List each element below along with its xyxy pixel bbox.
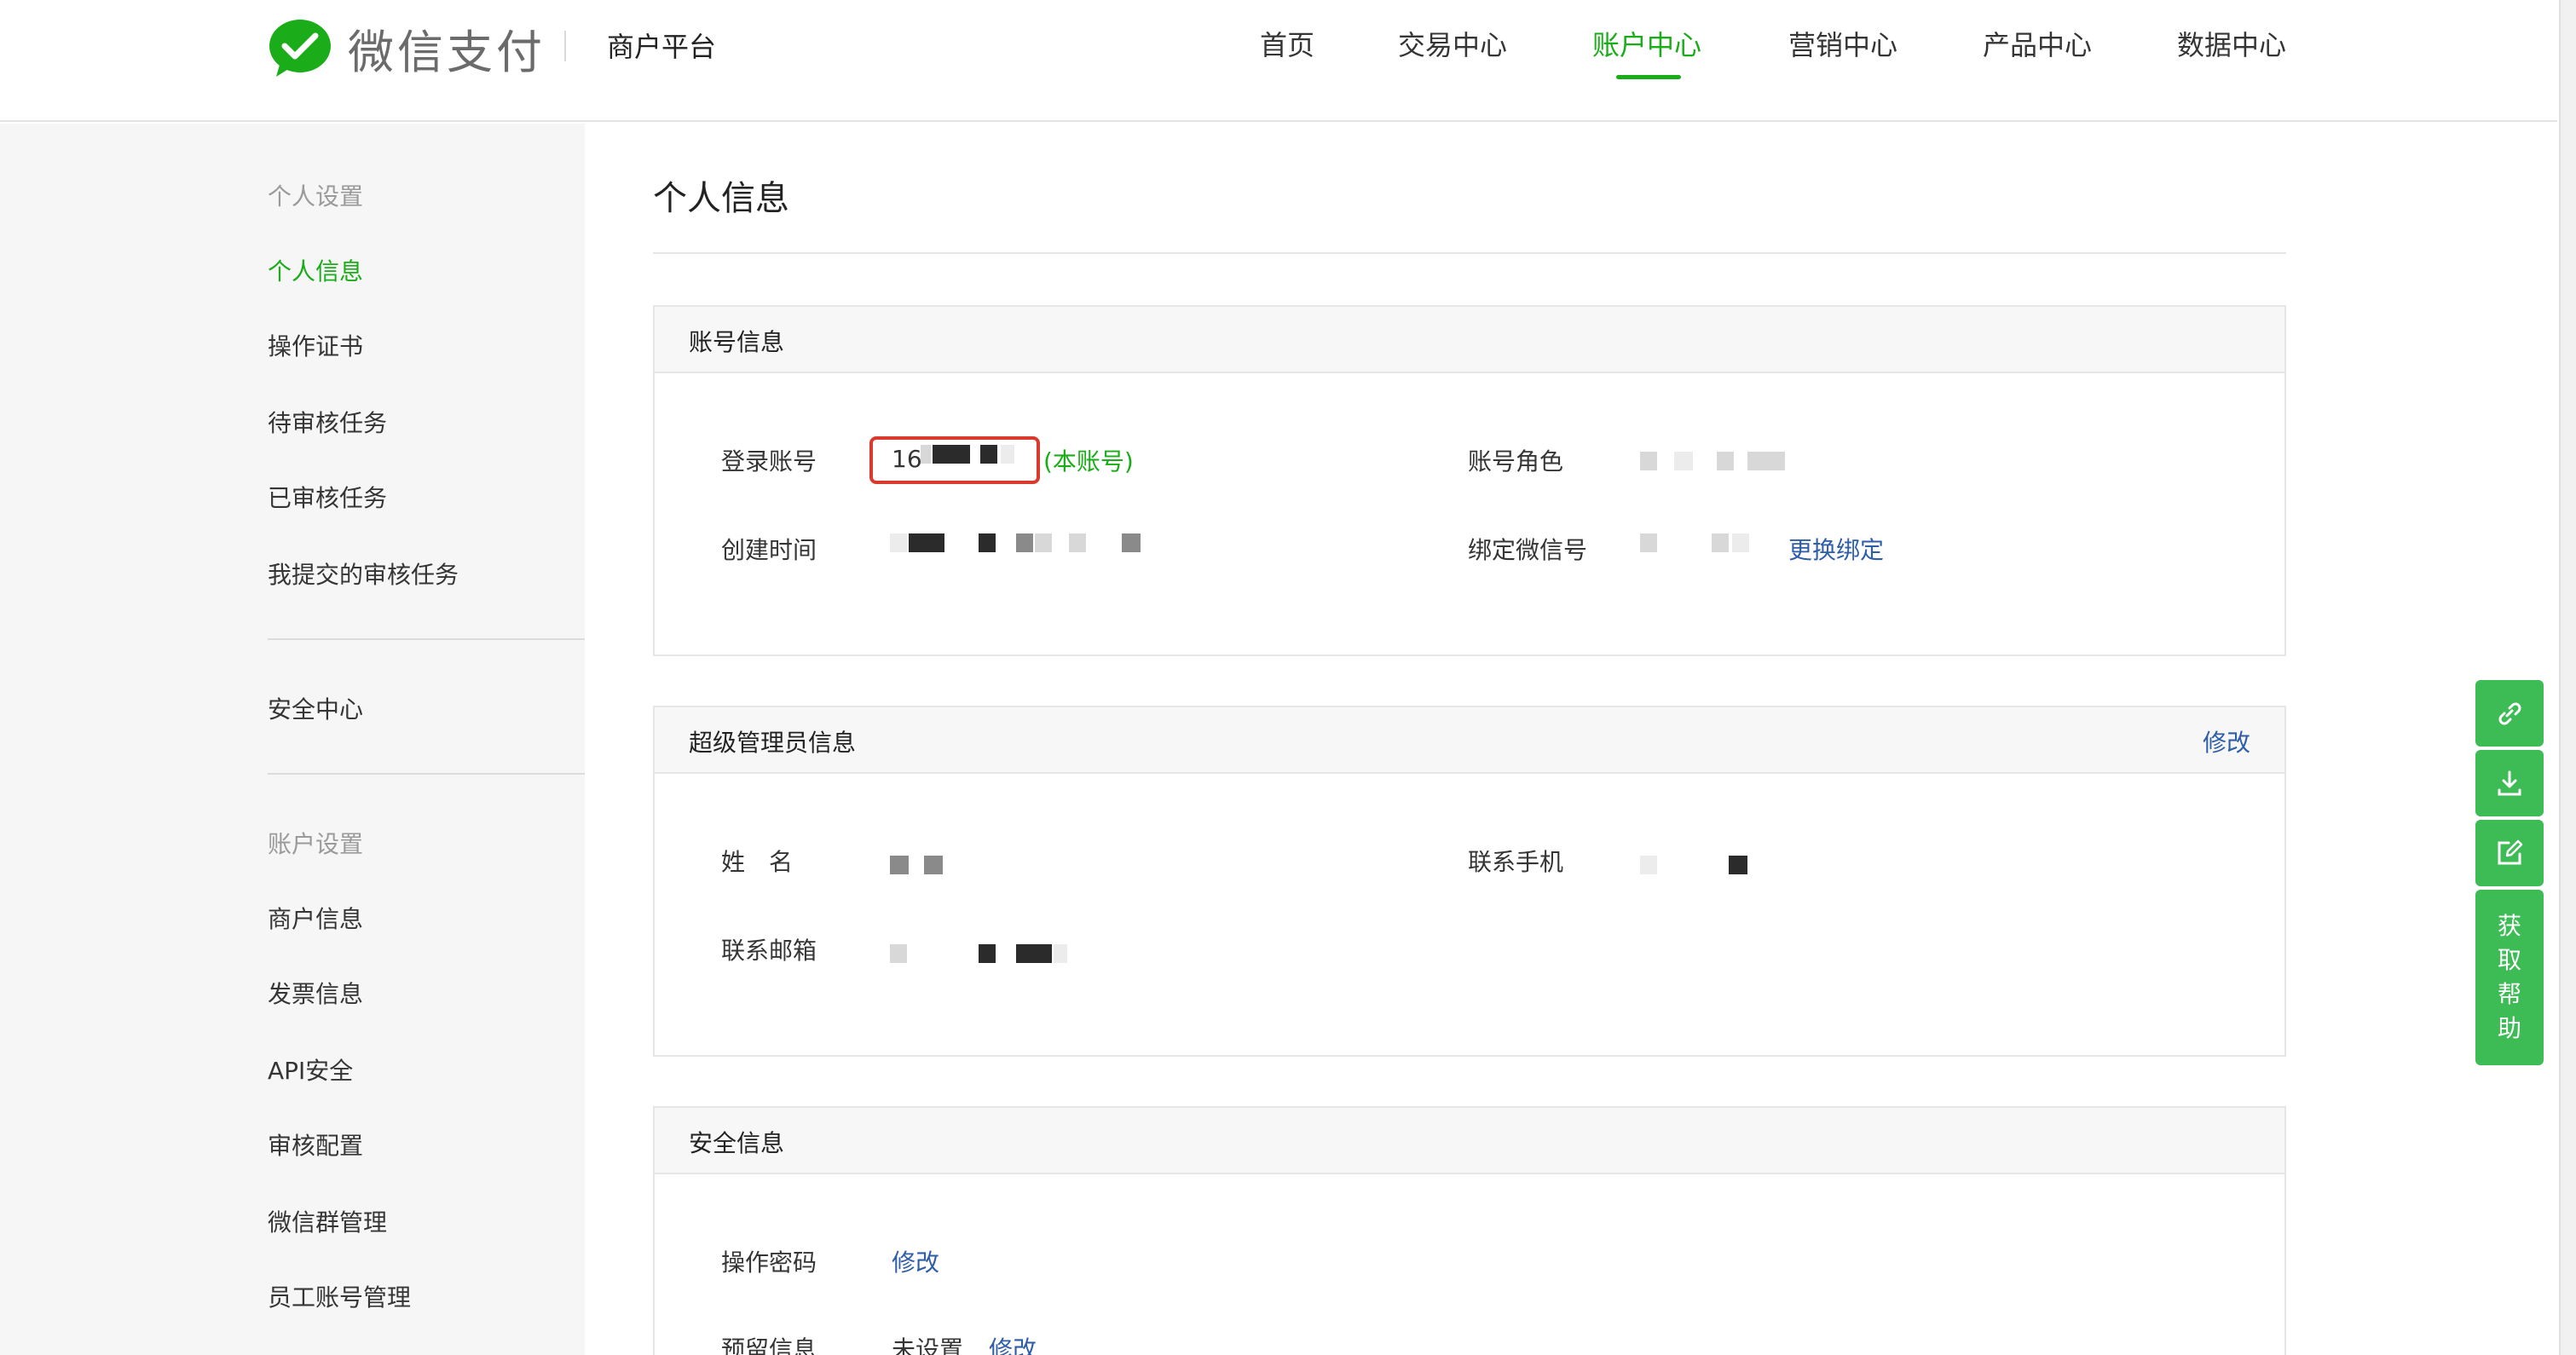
login-account-label: 登录账号 [721, 447, 817, 476]
sidebar-item-merchant-info[interactable]: 商户信息 [268, 901, 363, 935]
name-label: 姓 名 [721, 848, 794, 876]
sidebar-group-account: 账户设置 [268, 830, 364, 858]
sidebar-item-reviewed[interactable]: 已审核任务 [268, 480, 387, 514]
card-header: 账号信息 [655, 307, 2284, 373]
super-admin-card: 超级管理员信息 修改 [653, 706, 2286, 1057]
masked-name [890, 856, 950, 874]
link-icon [2498, 702, 2521, 725]
title-divider [653, 252, 2286, 254]
nav-account-center[interactable]: 账户中心 [1592, 24, 1701, 63]
top-header: 微信支付 商户平台 首页 交易中心 账户中心 营销中心 产品中心 数据中心 [0, 0, 2557, 122]
nav-product-center[interactable]: 产品中心 [1983, 24, 2092, 63]
card-title: 超级管理员信息 [689, 729, 857, 757]
sidebar-item-invoice-info[interactable]: 发票信息 [268, 976, 363, 1010]
sidebar-item-api-security[interactable]: API安全 [268, 1052, 353, 1087]
card-title: 账号信息 [689, 328, 785, 356]
page-scrollbar[interactable] [2559, 0, 2576, 1355]
this-account-note: (本账号) [1043, 447, 1134, 476]
help-char: 助 [2497, 1014, 2521, 1042]
download-tool-button[interactable] [2475, 750, 2544, 816]
masked-email [890, 944, 1077, 963]
contact-email-label: 联系邮箱 [721, 937, 817, 965]
help-char: 取 [2497, 946, 2521, 974]
help-char: 获 [2497, 912, 2521, 940]
sidebar-item-wechat-group[interactable]: 微信群管理 [268, 1204, 387, 1238]
card-header: 安全信息 [655, 1108, 2284, 1174]
sidebar-divider [268, 638, 585, 640]
nav-trade-center[interactable]: 交易中心 [1398, 24, 1507, 63]
card-header: 超级管理员信息 修改 [655, 707, 2284, 774]
security-info-card: 安全信息 [653, 1106, 2286, 1355]
reserved-info-value: 未设置 [892, 1335, 964, 1355]
nav-marketing-center[interactable]: 营销中心 [1788, 24, 1897, 63]
rebind-wechat-link[interactable]: 更换绑定 [1788, 532, 1884, 566]
created-time-label: 创建时间 [721, 536, 817, 564]
sidebar-item-pending-review[interactable]: 待审核任务 [268, 405, 387, 439]
download-icon [2498, 770, 2521, 796]
logo-text: 微信支付 [348, 25, 546, 79]
edit-reserved-info-link[interactable]: 修改 [989, 1331, 1037, 1355]
edit-admin-link[interactable]: 修改 [2203, 724, 2250, 758]
login-account-highlight [869, 436, 1040, 484]
sidebar-item-personal-info[interactable]: 个人信息 [268, 253, 363, 287]
masked-created-time [890, 533, 1146, 552]
page-title: 个人信息 [653, 179, 789, 218]
platform-name: 商户平台 [607, 31, 717, 63]
sidebar: 个人设置 个人信息 操作证书 待审核任务 已审核任务 我提交的审核任务 安全中心… [0, 124, 585, 1355]
sidebar-item-certificate[interactable]: 操作证书 [268, 328, 363, 362]
help-char: 帮 [2497, 980, 2521, 1008]
reserved-info-label: 预留信息 [721, 1335, 817, 1355]
sidebar-group-personal: 个人设置 [268, 182, 364, 210]
bound-wechat-label: 绑定微信号 [1468, 536, 1588, 564]
operation-password-label: 操作密码 [721, 1248, 817, 1277]
nav-home[interactable]: 首页 [1260, 24, 1314, 63]
masked-phone [1640, 856, 1751, 874]
sidebar-item-staff-accounts[interactable]: 员工账号管理 [268, 1279, 411, 1313]
contact-phone-label: 联系手机 [1468, 848, 1564, 876]
sidebar-divider [268, 773, 585, 775]
edit-icon [2498, 839, 2523, 865]
account-role-label: 账号角色 [1468, 447, 1564, 476]
get-help-button[interactable]: 获 取 帮 助 [2475, 890, 2544, 1065]
sidebar-item-security[interactable]: 安全中心 [268, 691, 363, 725]
sidebar-item-review-config[interactable]: 审核配置 [268, 1127, 363, 1162]
logo-divider [564, 31, 566, 61]
feedback-tool-button[interactable] [2475, 820, 2544, 886]
nav-active-indicator [1616, 75, 1681, 79]
masked-wechat-id [1640, 533, 1768, 552]
card-title: 安全信息 [689, 1129, 785, 1157]
edit-password-link[interactable]: 修改 [892, 1244, 939, 1278]
wechat-pay-logo[interactable]: 微信支付 [268, 17, 546, 79]
link-tool-button[interactable] [2475, 680, 2544, 747]
nav-data-center[interactable]: 数据中心 [2177, 24, 2286, 63]
masked-account-role [1640, 452, 1787, 470]
wechat-pay-logo-icon [269, 20, 331, 77]
sidebar-item-my-submitted[interactable]: 我提交的审核任务 [268, 556, 459, 591]
